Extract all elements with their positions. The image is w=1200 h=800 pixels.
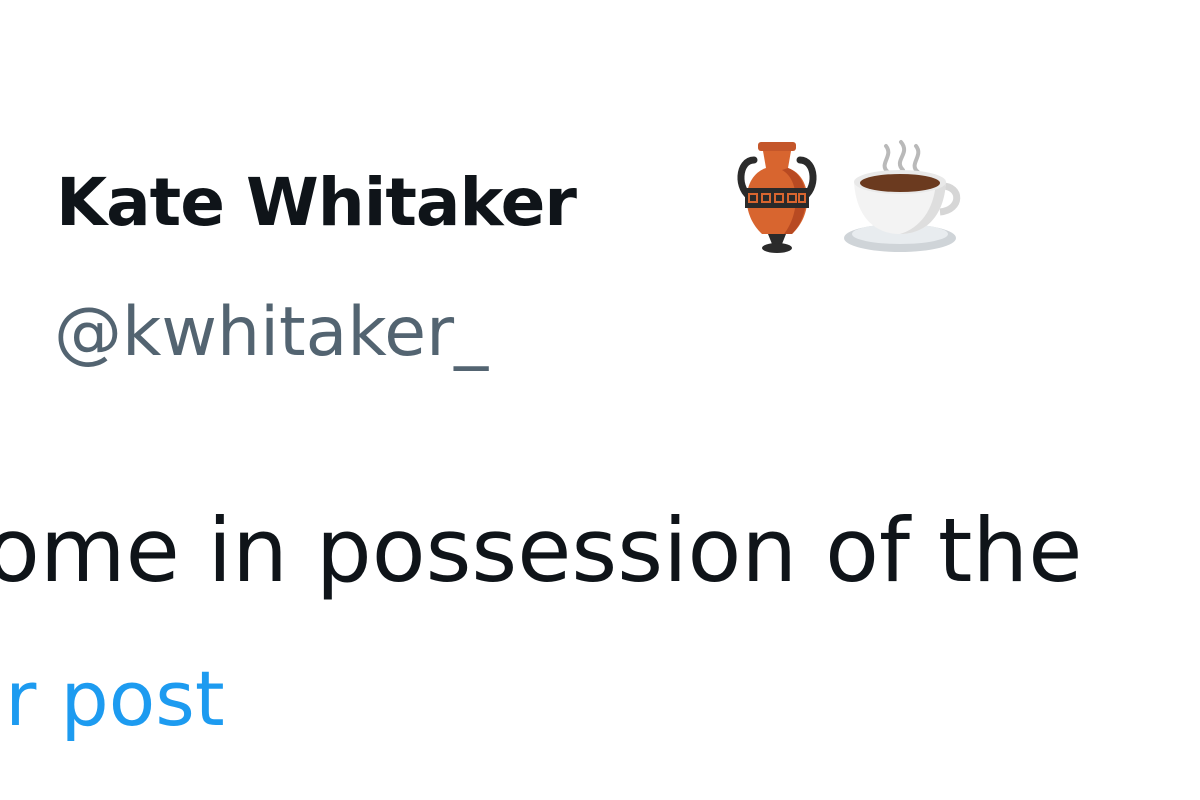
author-display-name[interactable]: Kate Whitaker xyxy=(56,158,577,248)
author-handle[interactable]: @kwhitaker_ xyxy=(54,288,488,378)
their-post-link[interactable]: ir post xyxy=(0,652,225,746)
amphora-icon xyxy=(732,138,822,263)
hot-beverage-icon xyxy=(838,138,968,263)
tweet-body-text: ome in possession of the xyxy=(0,499,1083,602)
